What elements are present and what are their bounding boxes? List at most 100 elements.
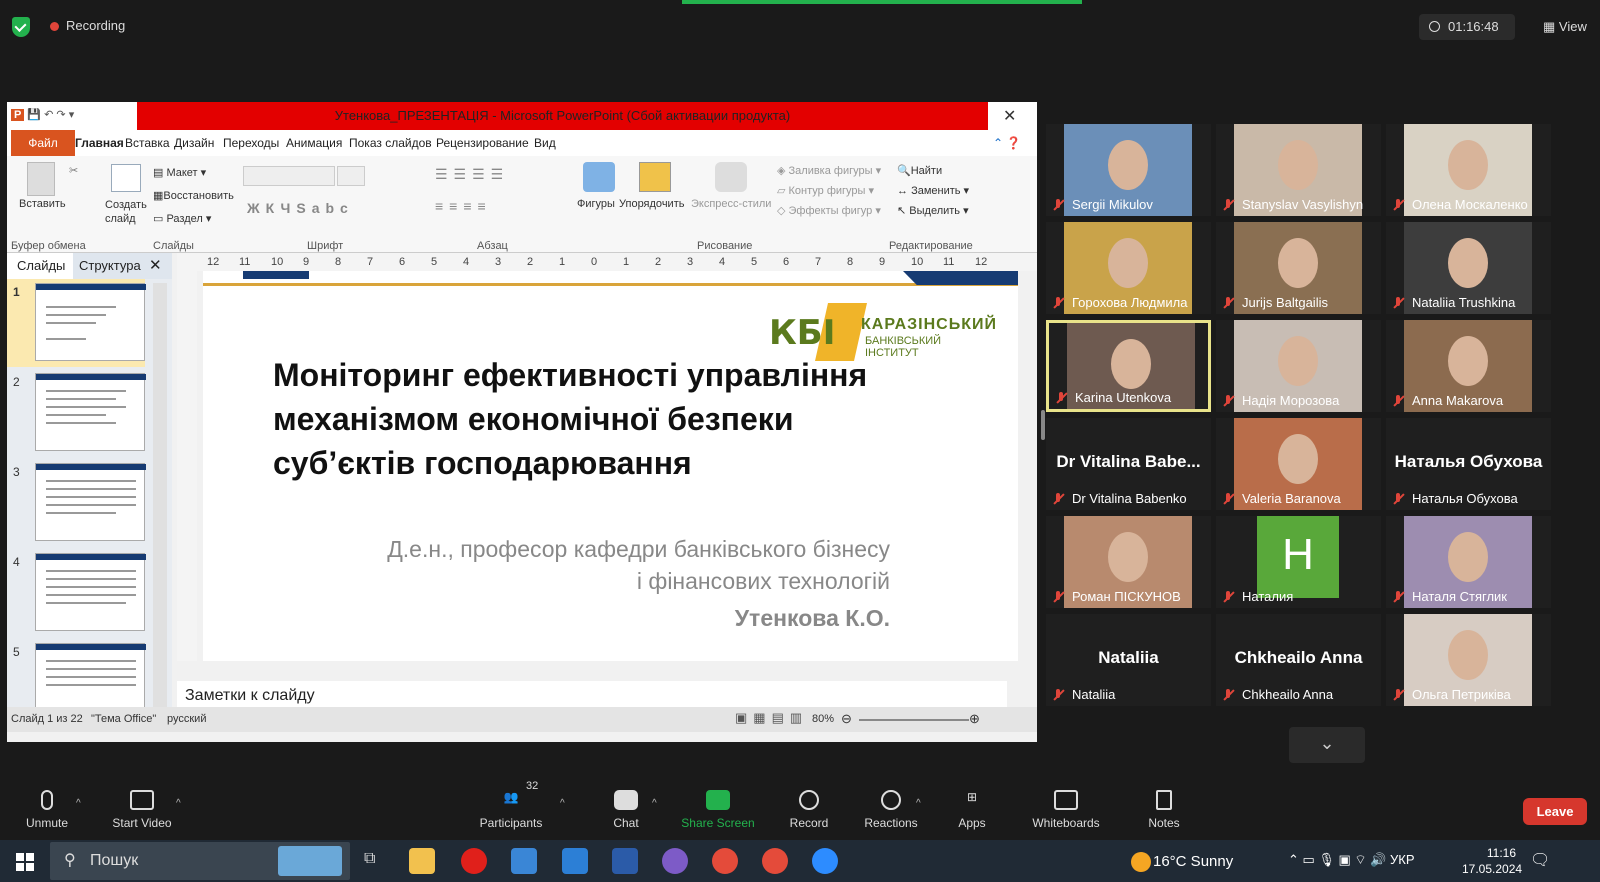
zoom-app-icon[interactable]: [812, 848, 838, 874]
help-icon[interactable]: ⌃ ❓: [993, 136, 1021, 150]
panel-divider-handle[interactable]: [1041, 410, 1045, 440]
reactions-button[interactable]: Reactions: [862, 790, 920, 830]
close-icon[interactable]: ✕: [1003, 106, 1016, 126]
word-icon[interactable]: [612, 848, 638, 874]
participant-tile[interactable]: Anna Makarova: [1386, 320, 1551, 412]
font-name-select[interactable]: [243, 166, 335, 186]
chevron-down-icon[interactable]: ⌄: [1289, 727, 1365, 763]
section-button[interactable]: ▭ Раздел ▾: [153, 212, 211, 225]
font-format-icons[interactable]: ЖКЧSabc: [247, 200, 354, 216]
find-button[interactable]: 🔍Найти: [897, 164, 942, 177]
participant-tile[interactable]: Наталя Стяглик: [1386, 516, 1551, 608]
shapes-button[interactable]: Фигуры: [577, 198, 615, 210]
language-indicator[interactable]: русский: [167, 713, 206, 725]
participant-tile[interactable]: Роман ПІСКУНОВ: [1046, 516, 1211, 608]
chrome-icon[interactable]: [712, 848, 738, 874]
zoom-level[interactable]: 80%: [812, 713, 834, 725]
participant-tile[interactable]: Nataliia Trushkina: [1386, 222, 1551, 314]
tab-insert[interactable]: Вставка: [125, 136, 170, 150]
audio-options-chevron-icon[interactable]: ^: [76, 798, 81, 809]
tray-icons[interactable]: ⌃ ▭ 🎙 ▣ ⌔ 🔊: [1288, 852, 1390, 867]
chat-options-chevron-icon[interactable]: ^: [652, 798, 657, 809]
zoom-in-icon[interactable]: ⊕: [969, 711, 980, 727]
system-tray[interactable]: ⌃ ▭ 🎙 ▣ ⌔ 🔊 УКР: [1288, 852, 1415, 868]
share-screen-button[interactable]: Share Screen: [676, 790, 760, 830]
whiteboards-button[interactable]: Whiteboards: [1028, 790, 1104, 830]
notifications-icon[interactable]: 🗨: [1530, 850, 1550, 870]
tab-outline[interactable]: Структура: [79, 258, 141, 273]
quick-access-toolbar[interactable]: P 💾 ↶ ↷ ▾: [11, 108, 74, 121]
start-video-button[interactable]: Start Video: [108, 790, 176, 830]
arrange-icon[interactable]: [639, 162, 671, 192]
weather-widget[interactable]: 16°C Sunny: [1153, 853, 1233, 870]
tab-home[interactable]: Главная: [75, 136, 124, 150]
participant-tile[interactable]: H Наталия: [1216, 516, 1381, 608]
leave-button[interactable]: Leave: [1523, 798, 1587, 825]
viber-icon[interactable]: [662, 848, 688, 874]
slide-thumbnail-2[interactable]: [35, 373, 146, 451]
slide-vertical-scrollbar[interactable]: [1019, 271, 1035, 661]
participant-tile[interactable]: Горохова Людмила: [1046, 222, 1211, 314]
input-language[interactable]: УКР: [1390, 852, 1415, 867]
task-view-icon[interactable]: ⧉: [364, 850, 375, 868]
tab-slides[interactable]: Слайды: [7, 253, 73, 279]
participant-tile[interactable]: Надія Морозова: [1216, 320, 1381, 412]
participant-tile[interactable]: Олена Москаленко: [1386, 124, 1551, 216]
slide-canvas[interactable]: КБІ КАРАЗІНСЬКИЙ БАНКІВСЬКИЙ ІНСТИТУТ Мон…: [203, 271, 1018, 661]
participant-tile[interactable]: Nataliia Nataliia: [1046, 614, 1211, 706]
participant-tile[interactable]: Chkheailo Anna Chkheailo Anna: [1216, 614, 1381, 706]
file-explorer-icon[interactable]: [409, 848, 435, 874]
tab-view[interactable]: Вид: [534, 136, 556, 150]
cut-icon[interactable]: ✂: [69, 164, 78, 177]
participant-tile[interactable]: Karina Utenkova: [1046, 320, 1211, 412]
security-shield-icon[interactable]: [12, 17, 30, 37]
paste-button[interactable]: Вставить: [19, 198, 66, 210]
participant-tile[interactable]: Наталья Обухова Наталья Обухова: [1386, 418, 1551, 510]
zoom-out-icon[interactable]: ⊖: [841, 711, 852, 727]
tab-design[interactable]: Дизайн: [174, 136, 214, 150]
new-slide-icon[interactable]: [111, 164, 141, 192]
shape-outline-button[interactable]: ▱ Контур фигуры ▾: [777, 184, 874, 197]
shape-effects-button[interactable]: ◇ Эффекты фигур ▾: [777, 204, 881, 217]
tab-animation[interactable]: Анимация: [286, 136, 342, 150]
recording-label[interactable]: Recording: [66, 18, 125, 33]
taskbar-search[interactable]: ⚲ Пошук: [50, 842, 350, 880]
participant-tile[interactable]: Stanyslav Vasylishyn: [1216, 124, 1381, 216]
list-icons[interactable]: ☰☰☰☰: [435, 166, 509, 183]
tab-review[interactable]: Рецензирование: [436, 136, 529, 150]
participants-button[interactable]: 👥 Participants: [476, 790, 546, 830]
apps-button[interactable]: ⊞ Apps: [954, 790, 990, 830]
font-size-select[interactable]: [337, 166, 365, 186]
zoom-slider[interactable]: [859, 719, 969, 721]
meeting-timer[interactable]: 01:16:48: [1419, 14, 1515, 40]
quick-styles-icon[interactable]: [715, 162, 747, 192]
windows-start-icon[interactable]: [16, 853, 34, 871]
slide-thumbnail-1[interactable]: [35, 283, 146, 361]
arrange-button[interactable]: Упорядочить: [619, 198, 684, 210]
slide-horizontal-scrollbar[interactable]: [177, 661, 1007, 679]
participant-tile[interactable]: Jurijs Baltgailis: [1216, 222, 1381, 314]
participant-tile[interactable]: Valeria Baranova: [1216, 418, 1381, 510]
replace-button[interactable]: ↔ Заменить ▾: [897, 184, 969, 197]
slide-thumbnail-3[interactable]: [35, 463, 146, 541]
opera-browser-icon[interactable]: [461, 848, 487, 874]
new-slide-button[interactable]: Создать слайд: [105, 198, 149, 226]
tab-file[interactable]: Файл: [11, 130, 75, 156]
shape-fill-button[interactable]: ◈ Заливка фигуры ▾: [777, 164, 881, 177]
participant-tile[interactable]: Dr Vitalina Babe... Dr Vitalina Babenko: [1046, 418, 1211, 510]
shapes-icon[interactable]: [583, 162, 615, 192]
close-panel-icon[interactable]: ✕: [149, 256, 162, 274]
participant-tile[interactable]: Ольга Петриківа: [1386, 614, 1551, 706]
video-options-chevron-icon[interactable]: ^: [176, 798, 181, 809]
layout-button[interactable]: ▤ Макет ▾: [153, 166, 206, 179]
panel-scrollbar[interactable]: [153, 283, 167, 727]
slide-thumbnail-4[interactable]: [35, 553, 146, 631]
quick-styles-button[interactable]: Экспресс-стили: [691, 198, 771, 210]
align-icons[interactable]: ≡≡≡≡: [435, 198, 492, 214]
view-button[interactable]: ▦ View: [1535, 14, 1589, 40]
view-mode-icons[interactable]: ▣▦▤▥: [735, 710, 808, 726]
chrome-profile-icon[interactable]: [762, 848, 788, 874]
notes-button[interactable]: Notes: [1144, 790, 1184, 830]
taskbar-clock[interactable]: 11:16 17.05.2024: [1462, 845, 1522, 877]
select-button[interactable]: ↖ Выделить ▾: [897, 204, 969, 217]
